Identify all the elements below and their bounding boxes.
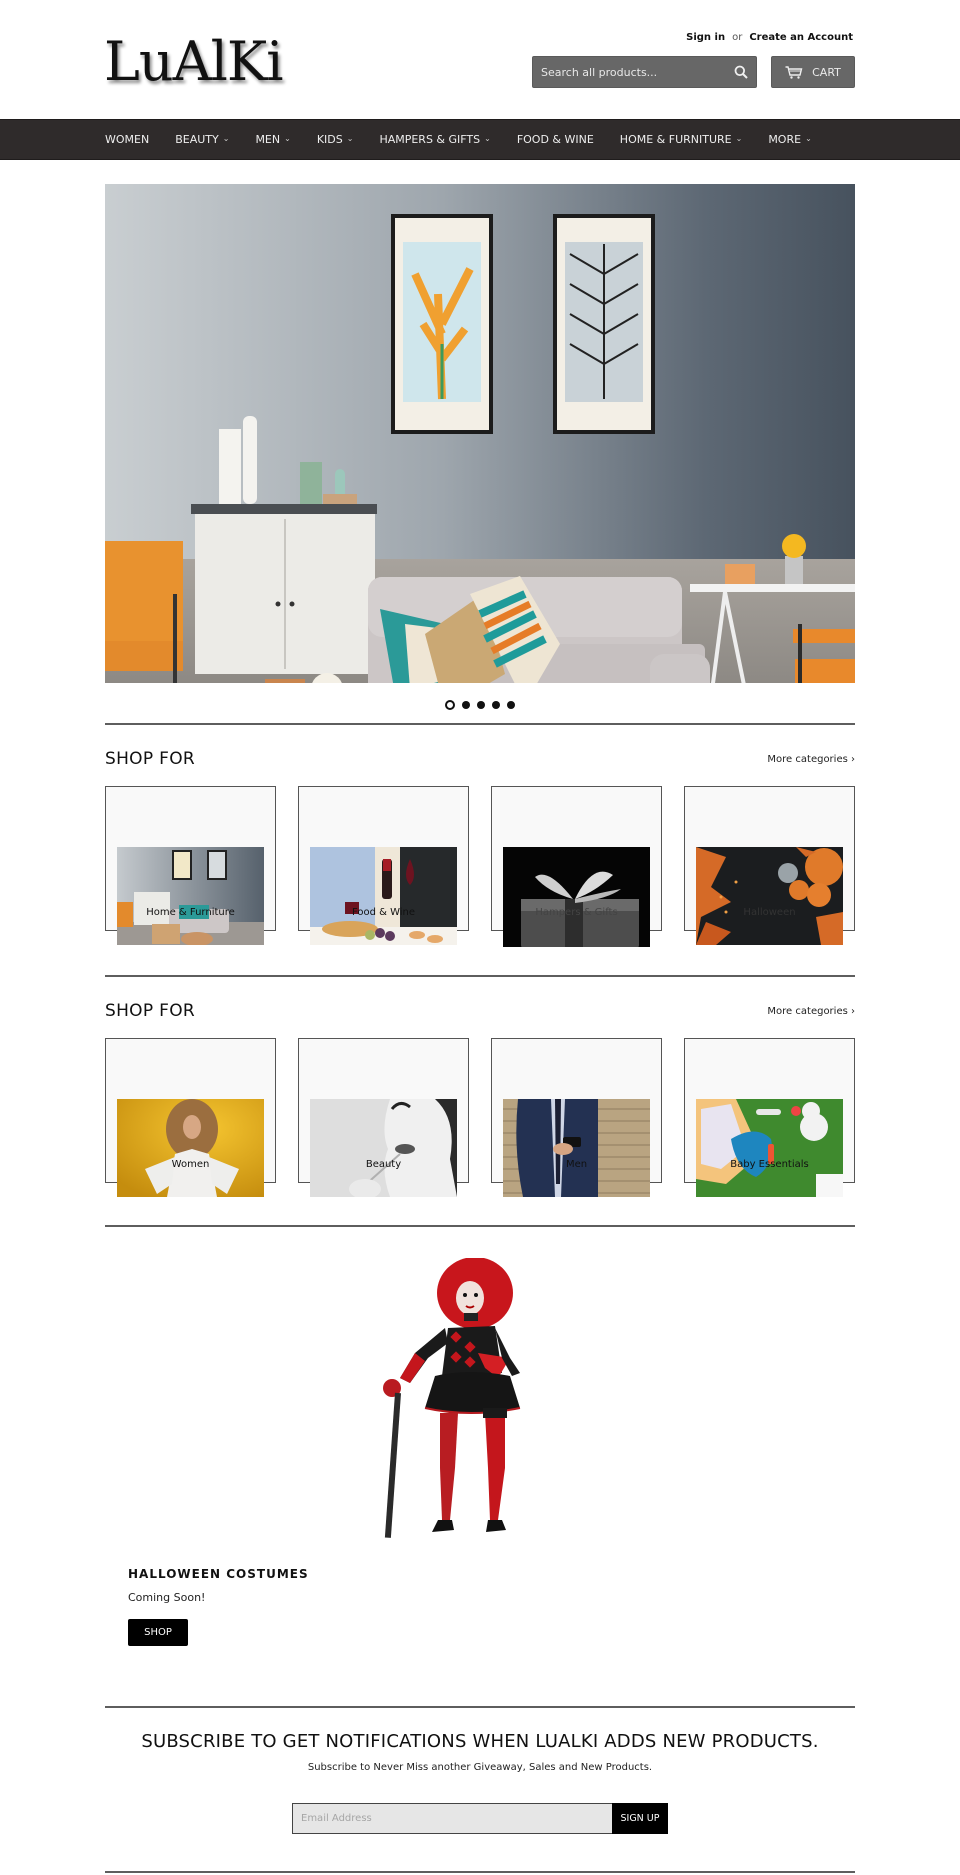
category-image — [503, 847, 650, 947]
nav-item-label: MORE — [768, 133, 802, 146]
nav-item-label: KIDS — [316, 133, 343, 146]
category-image — [696, 847, 843, 945]
category-card-home-furniture[interactable]: Home & Furniture — [105, 786, 276, 945]
nav-item-label: WOMEN — [105, 133, 150, 146]
slider-dot-3[interactable] — [477, 701, 485, 709]
halloween-costume-image[interactable] — [370, 1257, 570, 1543]
sign-up-button[interactable]: SIGN UP — [612, 1803, 668, 1834]
slider-dots — [0, 700, 960, 710]
slider-dot-4[interactable] — [492, 701, 500, 709]
or-separator: or — [732, 32, 743, 43]
slider-dot-5[interactable] — [507, 701, 515, 709]
nav-item-women[interactable]: WOMEN — [105, 133, 149, 146]
category-label: Beauty — [365, 1159, 402, 1170]
category-label: Hampers & Gifts — [535, 907, 618, 918]
subscribe-text: Subscribe to Never Miss another Giveaway… — [307, 1762, 653, 1773]
more-categories-link[interactable]: More categories › — [767, 754, 855, 765]
chevron-down-icon: ⌄ — [484, 134, 491, 143]
hero-slide-image[interactable] — [105, 184, 855, 683]
main-nav: WOMEN BEAUTY ⌄ MEN ⌄ KIDS ⌄ HAMPERS & GIFTS ⌄ FOO… — [0, 119, 960, 160]
section-divider — [105, 723, 855, 725]
category-image — [117, 847, 264, 945]
cart-label: CART — [812, 65, 841, 79]
chevron-down-icon: ⌄ — [222, 134, 230, 143]
category-image — [503, 1099, 650, 1197]
living-room-illustration — [105, 184, 855, 683]
nav-item-label: HOME & FURNITURE — [619, 133, 732, 146]
site-logo[interactable]: LuAlKi — [104, 30, 284, 94]
category-image — [696, 1099, 843, 1197]
nav-item-label: FOOD & WINE — [516, 133, 594, 146]
sign-in-link[interactable]: Sign in — [686, 32, 725, 43]
feature-subtitle: Coming Soon! — [128, 1591, 206, 1604]
category-image — [117, 1099, 264, 1197]
nav-item-label: MEN — [255, 133, 281, 146]
cart-icon — [785, 65, 803, 79]
feature-title: HALLOWEEN COSTUMES — [128, 1567, 309, 1581]
category-label: Men — [565, 1159, 588, 1170]
slider-dot-2[interactable] — [462, 701, 470, 709]
nav-item-food-wine[interactable]: FOOD & WINE — [517, 133, 594, 146]
category-image — [310, 1099, 457, 1197]
chevron-down-icon: ⌄ — [805, 134, 812, 143]
category-card-beauty[interactable]: Beauty — [298, 1038, 469, 1197]
category-label: Food & Wine — [351, 907, 416, 918]
nav-item-home-furniture[interactable]: HOME & FURNITURE ⌄ — [620, 133, 743, 146]
category-card-men[interactable]: Men — [491, 1038, 662, 1197]
more-categories-link[interactable]: More categories › — [767, 1006, 855, 1017]
chevron-down-icon: ⌄ — [735, 134, 743, 143]
section-divider — [105, 1225, 855, 1227]
subscribe-form: SIGN UP — [292, 1803, 668, 1834]
email-input[interactable] — [292, 1803, 612, 1834]
nav-item-more[interactable]: MORE ⌄ — [768, 133, 811, 146]
shop-for-title: SHOP FOR — [105, 749, 195, 769]
category-image — [310, 847, 457, 945]
subscribe-title: SUBSCRIBE TO GET NOTIFICATIONS WHEN LUAL… — [141, 1731, 819, 1752]
chevron-down-icon: ⌄ — [346, 134, 354, 143]
section-divider — [105, 1706, 855, 1708]
site-header: LuAlKi Sign in or Create an Account CART — [0, 0, 960, 119]
nav-item-label: HAMPERS & GIFTS — [379, 133, 481, 146]
chevron-down-icon: ⌄ — [284, 134, 291, 143]
category-card-halloween[interactable]: Halloween — [684, 786, 855, 945]
category-label: Women — [171, 1159, 210, 1170]
account-links: Sign in or Create an Account — [686, 32, 853, 43]
search-input[interactable] — [533, 65, 726, 79]
nav-item-beauty[interactable]: BEAUTY ⌄ — [175, 133, 229, 146]
category-label: Halloween — [743, 907, 796, 918]
shop-for-title: SHOP FOR — [105, 1001, 195, 1021]
category-card-women[interactable]: Women — [105, 1038, 276, 1197]
category-label: Home & Furniture — [146, 907, 235, 918]
search-icon — [734, 65, 748, 79]
slider-dot-1[interactable] — [445, 700, 455, 710]
category-label: Baby Essentials — [730, 1159, 809, 1170]
nav-item-kids[interactable]: KIDS ⌄ — [317, 133, 354, 146]
category-card-food-wine[interactable]: Food & Wine — [298, 786, 469, 945]
nav-item-hampers-gifts[interactable]: HAMPERS & GIFTS ⌄ — [379, 133, 490, 146]
nav-item-label: BEAUTY — [175, 133, 219, 146]
shop-button[interactable]: SHOP — [128, 1619, 188, 1646]
create-account-link[interactable]: Create an Account — [749, 32, 853, 43]
nav-list: WOMEN BEAUTY ⌄ MEN ⌄ KIDS ⌄ HAMPERS & GIFTS ⌄ FOO… — [0, 120, 960, 159]
search-button[interactable] — [726, 57, 756, 87]
category-card-hampers-gifts[interactable]: Hampers & Gifts — [491, 786, 662, 947]
cart-button[interactable]: CART — [771, 56, 855, 88]
nav-item-men[interactable]: MEN ⌄ — [255, 133, 290, 146]
section-divider — [105, 975, 855, 977]
section-divider — [105, 1871, 855, 1873]
category-card-baby-essentials[interactable]: Baby Essentials — [684, 1038, 855, 1197]
search-bar — [532, 56, 757, 88]
